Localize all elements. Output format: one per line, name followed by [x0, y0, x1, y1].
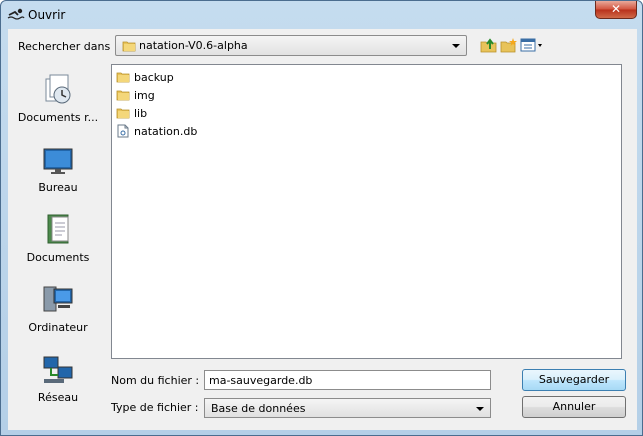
- documents-icon: [47, 214, 69, 244]
- folder-icon: [116, 72, 130, 83]
- network-icon: [43, 356, 73, 383]
- save-button[interactable]: Sauvegarder: [522, 369, 626, 391]
- filetype-value: Base de données: [211, 402, 306, 415]
- folder-icon: [122, 39, 136, 56]
- place-label: Documents r...: [17, 111, 99, 124]
- file-name: backup: [134, 71, 174, 84]
- file-name: lib: [134, 107, 148, 120]
- place-label: Bureau: [38, 181, 78, 194]
- file-icon: [117, 124, 129, 138]
- file-list[interactable]: backup img lib natation.db: [111, 64, 622, 359]
- new-folder-icon[interactable]: [500, 37, 518, 53]
- filename-input[interactable]: [204, 370, 491, 390]
- desktop-icon: [43, 148, 73, 174]
- place-documents[interactable]: Documents: [12, 205, 104, 265]
- chevron-down-icon: [476, 407, 484, 411]
- chevron-down-icon: [452, 44, 460, 48]
- place-label: Ordinateur: [28, 321, 88, 334]
- lookin-value: natation-V0.6-alpha: [139, 39, 248, 52]
- cancel-button[interactable]: Annuler: [522, 396, 626, 418]
- dialog-body: Rechercher dans : natation-V0.6-alpha Do…: [8, 29, 637, 430]
- computer-icon: [43, 286, 73, 312]
- recent-documents-icon: [45, 74, 71, 104]
- filetype-dropdown[interactable]: Base de données: [204, 398, 491, 418]
- window-title: Ouvrir: [28, 8, 66, 22]
- close-button[interactable]: ✕: [595, 1, 637, 19]
- app-swimmer-icon: [7, 7, 25, 21]
- place-desktop[interactable]: Bureau: [12, 135, 104, 195]
- places-bar: Documents r... Bureau Documents Ordinate…: [12, 65, 104, 426]
- place-label: Réseau: [37, 391, 79, 404]
- close-icon: ✕: [610, 2, 622, 16]
- view-menu-icon[interactable]: [520, 37, 544, 53]
- folder-icon: [116, 108, 130, 119]
- folder-icon: [116, 90, 130, 101]
- up-folder-icon[interactable]: [480, 37, 498, 53]
- open-dialog-window: Ouvrir ✕ Rechercher dans : natation-V0.6…: [0, 0, 643, 436]
- place-network[interactable]: Réseau: [12, 345, 104, 405]
- place-label: Documents: [26, 251, 90, 264]
- lookin-dropdown[interactable]: natation-V0.6-alpha: [115, 35, 467, 56]
- place-computer[interactable]: Ordinateur: [12, 275, 104, 335]
- lookin-label: Rechercher dans :: [18, 40, 118, 53]
- filetype-label: Type de fichier :: [111, 401, 199, 414]
- filename-label: Nom du fichier :: [111, 374, 200, 387]
- file-name: natation.db: [134, 125, 198, 138]
- place-recent-documents[interactable]: Documents r...: [12, 65, 104, 125]
- title-bar[interactable]: Ouvrir ✕: [1, 1, 642, 28]
- file-name: img: [134, 89, 155, 102]
